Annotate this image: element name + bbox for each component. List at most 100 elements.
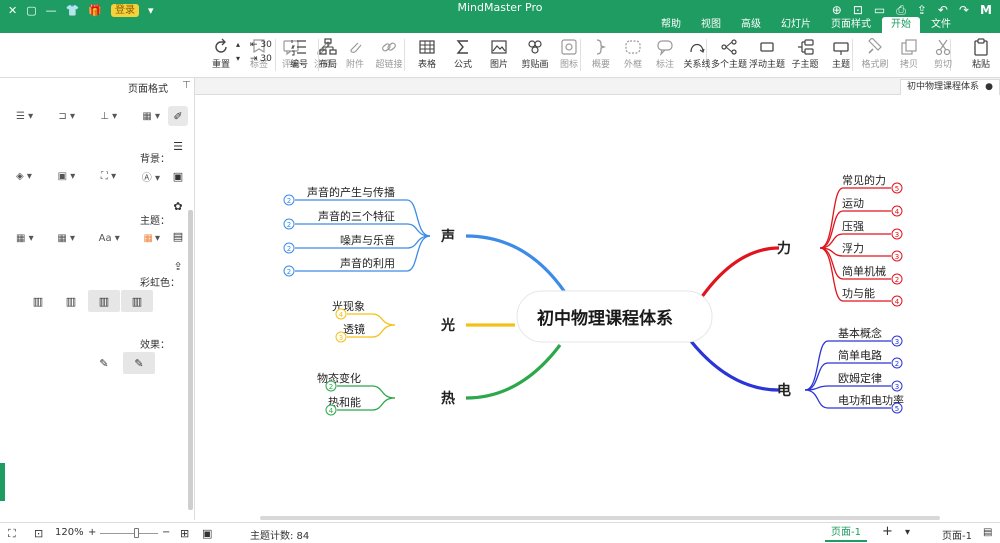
tab-home[interactable]: 开始	[882, 17, 920, 33]
background-image-dropdown[interactable]: ▣ ▾	[58, 171, 76, 182]
format-brush-icon[interactable]: ✐	[168, 106, 188, 126]
subtopic-label[interactable]: 欧姆定律	[838, 371, 882, 385]
picture-button[interactable]: 图片	[480, 36, 518, 74]
main-topic[interactable]: 声	[440, 228, 455, 245]
upload-icon[interactable]: ⇪	[168, 256, 188, 276]
subtopic-label[interactable]: 透镜	[343, 322, 365, 336]
watermark-dropdown[interactable]: ⛶ ▾	[101, 171, 116, 182]
add-page-icon[interactable]: +	[882, 524, 893, 539]
calendar-icon[interactable]: ▤	[168, 226, 188, 246]
spacing-stepper[interactable]: ⇤ 30 ⇥ 30	[250, 38, 272, 66]
subtopic-label[interactable]: 简单机械	[842, 264, 886, 278]
rainbow-option-1[interactable]: ▥	[22, 290, 54, 312]
image-panel-icon[interactable]: ▣	[168, 166, 188, 186]
effect-option-2[interactable]: ✎	[123, 352, 155, 374]
subtopic-label[interactable]: 声音的三个特征	[318, 209, 395, 223]
rainbow-option-4[interactable]: ▥	[121, 290, 153, 312]
document-tab-close-icon[interactable]: ●	[985, 80, 993, 95]
subtopic-label[interactable]: 常见的力	[842, 173, 886, 187]
open-file-icon[interactable]: ⊡	[853, 3, 863, 17]
subtopic-label[interactable]: 功与能	[842, 286, 875, 300]
outline-icon[interactable]: ☰	[168, 136, 188, 156]
maximize-window-icon[interactable]: ▢	[26, 4, 36, 17]
shirt-icon[interactable]: 👕	[66, 4, 80, 17]
tab-advanced[interactable]: 高级	[732, 17, 770, 33]
zoom-slider-knob[interactable]	[134, 528, 139, 538]
effect-option-1[interactable]: ✎	[88, 352, 120, 374]
table-button[interactable]: 表格	[408, 36, 446, 74]
tab-page-style[interactable]: 页面样式	[822, 17, 880, 33]
horizontal-scrollbar[interactable]	[260, 516, 940, 520]
clipart-panel-icon[interactable]: ✿	[168, 196, 188, 216]
text-box-dropdown[interactable]: Ⓐ ▾	[142, 169, 160, 184]
list-layout-dropdown[interactable]: ☰ ▾	[16, 111, 33, 122]
zoom-out-icon[interactable]: −	[162, 527, 170, 538]
numbering-button[interactable]: 编号	[280, 36, 318, 74]
rainbow-option-3[interactable]: ▥	[88, 290, 120, 312]
main-topic[interactable]: 力	[777, 240, 791, 257]
zoom-slider[interactable]	[100, 533, 158, 534]
theme-style-dropdown[interactable]: ▦ ▾	[57, 233, 75, 244]
rainbow-option-2[interactable]: ▥	[55, 290, 87, 312]
theme-color-dropdown[interactable]: ▦ ▾	[144, 233, 160, 244]
reset-button[interactable]: 重置	[202, 36, 240, 74]
subtopic-label[interactable]: 浮力	[842, 242, 864, 255]
tab-view[interactable]: 视图	[692, 17, 730, 33]
export-icon[interactable]: ⇪	[917, 3, 927, 17]
main-topic[interactable]: 电	[777, 382, 791, 399]
fill-bucket-dropdown[interactable]: ◈ ▾	[16, 171, 32, 182]
side-feedback-tab[interactable]	[0, 463, 5, 501]
subtopic-label[interactable]: 压强	[842, 220, 864, 233]
save-icon[interactable]: ▭	[874, 3, 885, 17]
subtopic-label[interactable]: 声音的利用	[340, 256, 395, 270]
login-badge[interactable]: 登录	[111, 3, 140, 17]
floating-topic-button[interactable]: 浮动主题	[748, 36, 786, 74]
cut-button[interactable]: 剪切	[924, 36, 962, 74]
tab-slides[interactable]: 幻灯片	[772, 17, 820, 33]
page-menu-icon[interactable]: ▤	[983, 527, 992, 538]
font-dropdown[interactable]: Aa ▾	[99, 233, 120, 244]
tab-file[interactable]: 文件	[922, 17, 960, 33]
format-painter-button[interactable]: 格式刷	[856, 36, 894, 74]
subtopic-label[interactable]: 声音的产生与传播	[307, 185, 395, 199]
mark-button[interactable]: 图标	[550, 36, 588, 74]
panel-scrollbar[interactable]	[188, 210, 193, 510]
store-icon[interactable]: ▾	[148, 4, 154, 17]
root-topic[interactable]: 初中物理课程体系	[516, 290, 713, 343]
present-icon[interactable]: ▣	[202, 527, 212, 540]
pin-icon[interactable]: ⊤	[182, 80, 191, 91]
print-icon[interactable]: ⎙	[896, 3, 906, 18]
new-file-icon[interactable]: ⊕	[832, 3, 842, 17]
subtopic-button[interactable]: 子主题	[786, 36, 824, 74]
fit-page-icon[interactable]: ⊡	[34, 527, 43, 540]
subtopic-label[interactable]: 噪声与乐音	[340, 233, 395, 247]
subtopic-label[interactable]: 简单电路	[838, 348, 882, 362]
page-tab-1[interactable]: 页面-1	[825, 525, 867, 542]
paste-button[interactable]: 粘贴	[962, 36, 1000, 74]
grid-dropdown[interactable]: ▦ ▾	[142, 111, 160, 122]
redo-icon[interactable]: ↷	[959, 3, 969, 17]
document-tab[interactable]: 初中物理课程体系 ●	[900, 79, 1000, 95]
gift-icon[interactable]: 🎁	[88, 4, 102, 17]
subtopic-label[interactable]: 基本概念	[838, 326, 882, 340]
hyperlink-button[interactable]: 超链接	[370, 36, 408, 74]
mindmap-canvas[interactable]: 力 常见的力 5 运动 4 压强 3 浮力 3 简单机械 2 功与能 4 电 基本概念 3 简单电路 2 欧姆定律 3…	[195, 95, 1000, 520]
structure-dropdown[interactable]: ⊥ ▾	[100, 111, 117, 122]
main-topic[interactable]: 热	[441, 390, 455, 407]
topic-button[interactable]: 主题	[822, 36, 860, 74]
fit-width-icon[interactable]: ⊞	[180, 527, 189, 540]
theme-grid-dropdown[interactable]: ▦ ▾	[16, 233, 34, 244]
connector-dropdown[interactable]: ⊐ ▾	[58, 111, 75, 122]
undo-icon[interactable]: ↶	[938, 3, 948, 17]
fullscreen-icon[interactable]: ⛶	[8, 527, 16, 541]
subtopic-label[interactable]: 运动	[842, 197, 864, 210]
close-window-icon[interactable]: ✕	[8, 4, 17, 17]
zoom-in-icon[interactable]: +	[88, 527, 96, 538]
main-topic[interactable]: 光	[440, 317, 455, 334]
tab-help[interactable]: 帮助	[652, 17, 690, 33]
formula-button[interactable]: 公式	[444, 36, 482, 74]
page-list-icon[interactable]: ▾	[905, 527, 910, 538]
clipart-button[interactable]: 剪贴画	[516, 36, 554, 74]
copy-button[interactable]: 拷贝	[890, 36, 928, 74]
subtopic-label[interactable]: 物态变化	[317, 371, 361, 385]
